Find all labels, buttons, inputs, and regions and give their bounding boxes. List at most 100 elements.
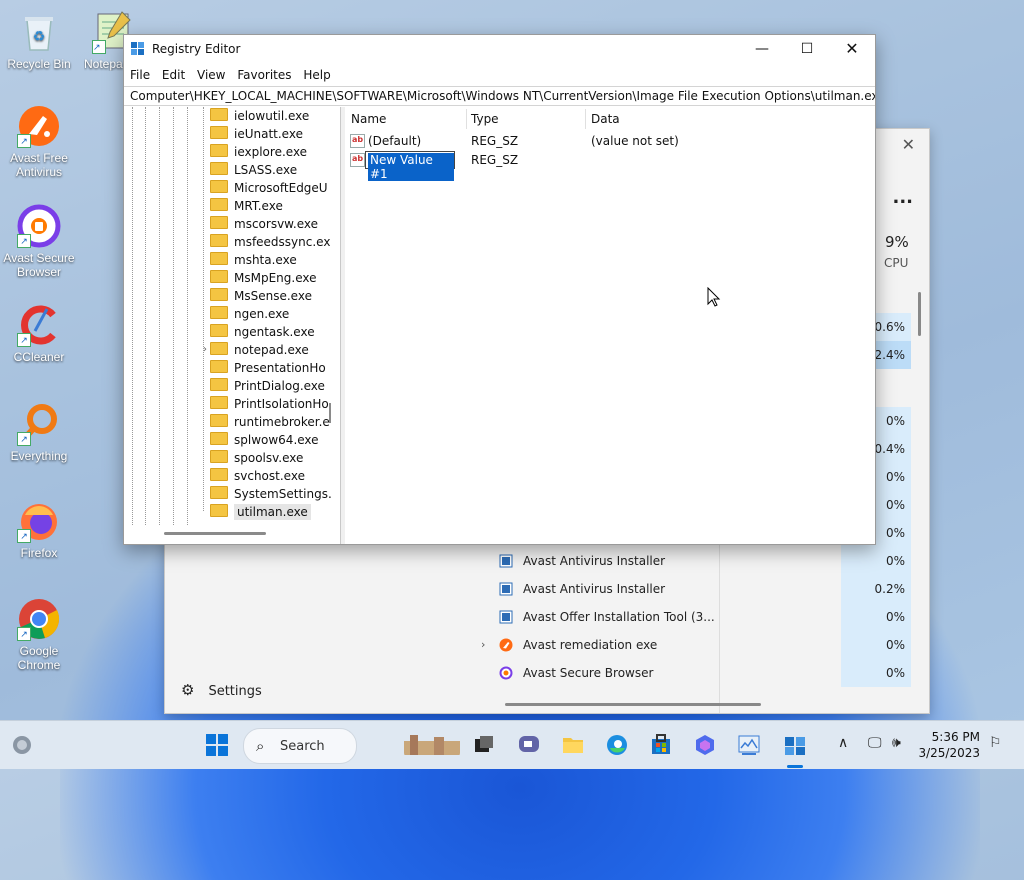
desktop-icon-avast-browser[interactable]: ↗ Avast Secure Browser: [3, 204, 75, 279]
tree-item[interactable]: notepad.exe: [210, 341, 309, 359]
task-view-icon[interactable]: [472, 733, 496, 757]
ccleaner-icon: ↗: [17, 303, 61, 347]
expand-chevron-icon[interactable]: ›: [481, 631, 485, 659]
chat-icon[interactable]: [517, 733, 541, 757]
menu-help[interactable]: Help: [297, 65, 330, 85]
table-row[interactable]: Avast Offer Installation Tool (3... 0%: [487, 603, 911, 631]
tree-item[interactable]: ngentask.exe: [210, 323, 315, 341]
vertical-scrollbar[interactable]: [329, 403, 331, 423]
tree-item[interactable]: ngen.exe: [210, 305, 289, 323]
table-row[interactable]: Avast Antivirus Installer 0.2%: [487, 575, 911, 603]
tree-item[interactable]: MRT.exe: [210, 197, 283, 215]
system-clock[interactable]: 5:36 PM 3/25/2023: [918, 729, 980, 761]
minimize-button[interactable]: —: [739, 35, 785, 63]
widgets-icon[interactable]: [10, 733, 34, 757]
tree-item[interactable]: splwow64.exe: [210, 431, 319, 449]
registry-editor-window[interactable]: Registry Editor — ☐ ✕ File Edit View Fav…: [123, 34, 876, 545]
maximize-button[interactable]: ☐: [784, 35, 830, 63]
rename-value-input[interactable]: New Value #1: [365, 151, 455, 181]
menu-favorites[interactable]: Favorites: [231, 65, 291, 85]
tree-item[interactable]: PrintIsolationHo: [210, 395, 329, 413]
column-divider: [719, 545, 720, 713]
tree-item[interactable]: mshta.exe: [210, 251, 297, 269]
column-divider[interactable]: [466, 109, 467, 129]
values-pane[interactable]: Name Type Data ab (Default) REG_SZ (valu…: [345, 107, 875, 544]
tree-guide-line: [187, 107, 189, 525]
notifications-icon[interactable]: ⚐: [989, 735, 1002, 751]
task-manager-icon[interactable]: [737, 733, 761, 757]
tree-item[interactable]: ieUnatt.exe: [210, 125, 303, 143]
tree-item[interactable]: iexplore.exe: [210, 143, 307, 161]
mouse-cursor-icon: [707, 287, 721, 307]
address-bar[interactable]: Computer\HKEY_LOCAL_MACHINE\SOFTWARE\Mic…: [124, 86, 875, 106]
tree-item[interactable]: MsMpEng.exe: [210, 269, 316, 287]
folder-icon: [210, 504, 228, 517]
shortcut-arrow-icon: ↗: [17, 234, 31, 248]
tree-guide-line: [159, 107, 161, 525]
tree-item[interactable]: ielowutil.exe: [210, 107, 309, 125]
menu-file[interactable]: File: [124, 65, 150, 85]
tree-item[interactable]: mscorsvw.exe: [210, 215, 318, 233]
expand-chevron-icon[interactable]: ›: [203, 341, 207, 359]
settings-button[interactable]: ⚙ Settings: [181, 681, 262, 699]
tree-item[interactable]: MicrosoftEdgeU: [210, 179, 328, 197]
desktop-icon-ccleaner[interactable]: ↗ CCleaner: [3, 303, 75, 364]
network-icon[interactable]: 🖵: [868, 735, 882, 751]
column-divider[interactable]: [585, 109, 586, 129]
tree-item[interactable]: spoolsv.exe: [210, 449, 303, 467]
vertical-scrollbar[interactable]: [918, 292, 921, 336]
search-icon: ⌕: [256, 737, 265, 755]
tree-item[interactable]: runtimebroker.e: [210, 413, 330, 431]
table-row[interactable]: Avast Secure Browser 0%: [487, 659, 911, 687]
file-explorer-icon[interactable]: [561, 733, 585, 757]
folder-icon: [210, 486, 228, 499]
tree-guide-line: [145, 107, 147, 525]
avast-browser-icon: ↗: [17, 204, 61, 248]
horizontal-scrollbar[interactable]: [164, 532, 266, 535]
desktop-icon-recycle-bin[interactable]: ♻ Recycle Bin: [3, 10, 75, 71]
folder-icon: [210, 414, 228, 427]
search-highlight-icon[interactable]: [404, 733, 460, 757]
tree-item[interactable]: SystemSettings.: [210, 485, 332, 503]
folder-icon: [210, 288, 228, 301]
tree-item[interactable]: PresentationHo: [210, 359, 326, 377]
microsoft-store-icon[interactable]: [649, 733, 673, 757]
registry-editor-taskbar-icon[interactable]: [783, 733, 807, 757]
show-hidden-icons-chevron-icon[interactable]: ∧: [838, 735, 848, 751]
tree-item[interactable]: svchost.exe: [210, 467, 305, 485]
tree-item[interactable]: LSASS.exe: [210, 161, 297, 179]
tree-item[interactable]: PrintDialog.exe: [210, 377, 325, 395]
menu-edit[interactable]: Edit: [156, 65, 185, 85]
horizontal-scrollbar[interactable]: [505, 703, 761, 706]
column-header-type[interactable]: Type: [471, 112, 499, 126]
tree-item[interactable]: msfeedssync.ex: [210, 233, 330, 251]
shortcut-arrow-icon: ↗: [17, 333, 31, 347]
table-row[interactable]: › Avast remediation exe 0%: [481, 631, 911, 659]
title-bar[interactable]: Registry Editor — ☐ ✕: [124, 35, 875, 63]
desktop-icon-firefox[interactable]: ↗ Firefox: [3, 499, 75, 560]
value-row[interactable]: ab New Value #1 REG_SZ: [345, 151, 875, 181]
column-header-name[interactable]: Name: [351, 112, 386, 126]
folder-icon: [210, 306, 228, 319]
desktop-icon-avast-antivirus[interactable]: ↗ Avast Free Antivirus: [3, 104, 75, 179]
tree-guide-line: [203, 107, 205, 511]
edge-icon[interactable]: [605, 733, 629, 757]
copilot-icon[interactable]: [693, 733, 717, 757]
shortcut-arrow-icon: ↗: [17, 529, 31, 543]
menu-view[interactable]: View: [191, 65, 225, 85]
tree-item[interactable]: MsSense.exe: [210, 287, 312, 305]
desktop-icon-chrome[interactable]: ↗ Google Chrome: [3, 597, 75, 672]
firefox-icon: ↗: [17, 499, 61, 543]
table-row[interactable]: Avast Antivirus Installer 0%: [487, 547, 911, 575]
desktop-icon-everything[interactable]: ↗ Everything: [3, 402, 75, 463]
shortcut-arrow-icon: ↗: [17, 432, 31, 446]
volume-icon[interactable]: 🕪: [892, 735, 901, 751]
key-tree-pane[interactable]: › ielowutil.exe ieUnatt.exe iexplore.exe…: [124, 107, 341, 544]
close-button[interactable]: ✕: [829, 35, 875, 63]
avast-antivirus-icon: ↗: [17, 104, 61, 148]
column-header-data[interactable]: Data: [591, 112, 620, 126]
tree-item-selected[interactable]: utilman.exe: [210, 503, 311, 521]
search-box[interactable]: ⌕ Search: [243, 728, 357, 764]
value-row[interactable]: ab (Default) REG_SZ (value not set): [345, 132, 875, 151]
start-button-icon[interactable]: [205, 733, 229, 757]
